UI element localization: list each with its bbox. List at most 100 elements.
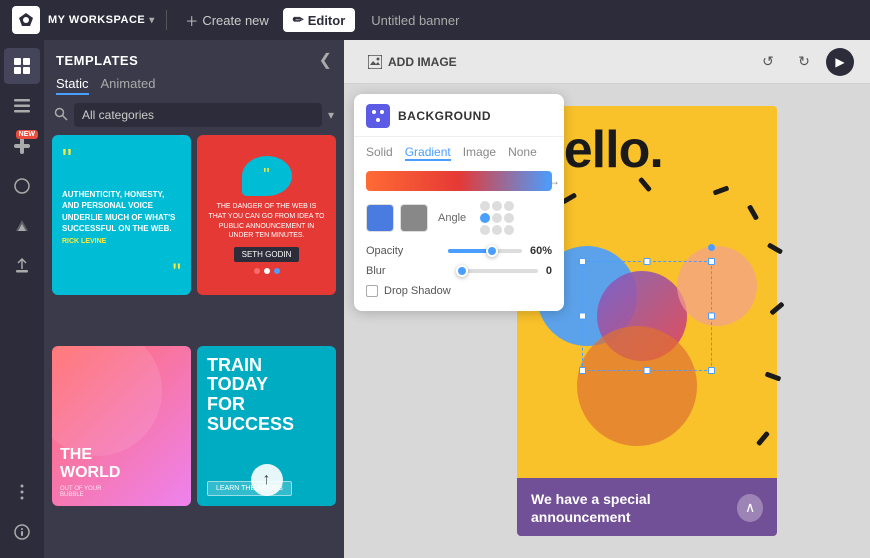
sidebar-item-brand[interactable] (4, 208, 40, 244)
drop-shadow-checkbox[interactable] (366, 285, 378, 297)
template-card-1[interactable]: " AUTHENTICITY, HONESTY, AND PERSONAL VO… (52, 135, 191, 295)
bg-tab-none[interactable]: None (508, 145, 537, 161)
quote-mark-top: " (62, 145, 72, 173)
tab-animated[interactable]: Animated (101, 76, 156, 95)
add-image-button[interactable]: ADD IMAGE (360, 51, 465, 73)
template-2-dots (254, 268, 280, 274)
bg-tab-image[interactable]: Image (463, 145, 496, 161)
selection-box[interactable] (582, 261, 712, 371)
rotate-handle[interactable] (708, 244, 715, 251)
play-button[interactable]: ▶ (826, 48, 854, 76)
quote-mark-bottom: " (172, 261, 181, 285)
undo-button[interactable]: ↺ (754, 48, 782, 76)
search-row: All categories ▾ (44, 103, 344, 135)
upload-circle-icon[interactable]: ↑ (251, 464, 283, 496)
sidebar-item-new[interactable]: NEW (4, 128, 40, 164)
dash-4 (747, 204, 759, 220)
templates-header: TEMPLATES ❮ (44, 40, 344, 76)
new-badge: NEW (16, 130, 38, 139)
sel-handle-tm[interactable] (644, 258, 651, 265)
banner-bottom-text: We have a special announcement (531, 490, 737, 526)
dot-3 (274, 268, 280, 274)
color-swatch-gray[interactable] (400, 204, 428, 232)
dot-2 (264, 268, 270, 274)
template-card-3[interactable]: THEWORLD OUT OF YOURBUBBLE (52, 346, 191, 506)
drop-shadow-label: Drop Shadow (384, 285, 451, 297)
sel-handle-bl[interactable] (579, 367, 586, 374)
banner-chevron-icon[interactable]: ∧ (737, 494, 763, 522)
pencil-icon: ✏ (293, 12, 304, 28)
category-select[interactable]: All categories (74, 103, 322, 127)
sel-handle-tr[interactable] (708, 258, 715, 265)
template-1-author: RICK LEVINE (62, 238, 181, 245)
tab-static[interactable]: Static (56, 76, 89, 95)
gradient-bar[interactable]: ↔ (366, 171, 552, 191)
bg-panel-header: BACKGROUND (354, 94, 564, 137)
bg-panel-icon (366, 104, 390, 128)
sel-handle-bm[interactable] (644, 367, 651, 374)
main-area: NEW TEMPLATES ❮ Static Animated (0, 40, 870, 558)
angle-dot-3[interactable] (504, 201, 514, 211)
sidebar-item-shapes[interactable] (4, 168, 40, 204)
color-swatch-blue[interactable] (366, 204, 394, 232)
angle-dot-2[interactable] (492, 201, 502, 211)
blur-label: Blur (366, 265, 448, 277)
sel-handle-ml[interactable] (579, 313, 586, 320)
right-area: ADD IMAGE ↺ ↻ ▶ BACKGROUND Solid Gradien… (344, 40, 870, 558)
canvas-area[interactable]: BACKGROUND Solid Gradient Image None ↔ A… (344, 84, 870, 558)
upload-button-wrap: ↑ (251, 464, 283, 496)
angle-dot-4[interactable] (480, 213, 490, 223)
sidebar-item-info[interactable] (4, 514, 40, 550)
editor-button[interactable]: ✏ Editor (283, 8, 355, 32)
document-title[interactable]: Untitled banner (371, 13, 459, 28)
angle-label: Angle (438, 212, 466, 224)
app-logo (12, 6, 40, 34)
background-panel: BACKGROUND Solid Gradient Image None ↔ A… (354, 94, 564, 311)
angle-dot-6[interactable] (504, 213, 514, 223)
sel-handle-br[interactable] (708, 367, 715, 374)
sidebar-item-templates[interactable] (4, 48, 40, 84)
bg-tab-solid[interactable]: Solid (366, 145, 393, 161)
sel-handle-mr[interactable] (708, 313, 715, 320)
dash-3 (713, 185, 730, 195)
opacity-slider[interactable] (448, 249, 522, 253)
plus-icon: ＋ (185, 11, 198, 30)
bubble-quote-icon: " (263, 165, 269, 186)
angle-dot-9[interactable] (504, 225, 514, 235)
bg-tab-gradient[interactable]: Gradient (405, 145, 451, 161)
sidebar-item-layers[interactable] (4, 88, 40, 124)
redo-button[interactable]: ↻ (790, 48, 818, 76)
dash-6 (769, 301, 784, 315)
opacity-value: 60% (530, 245, 552, 257)
template-1-text: AUTHENTICITY, HONESTY, AND PERSONAL VOIC… (62, 189, 181, 234)
angle-dot-7[interactable] (480, 225, 490, 235)
create-new-button[interactable]: ＋ Create new (179, 7, 275, 34)
workspace-chevron-icon: ▾ (149, 15, 154, 26)
dot-1 (254, 268, 260, 274)
templates-grid: " AUTHENTICITY, HONESTY, AND PERSONAL VO… (44, 135, 344, 558)
blur-row: Blur 0 (354, 261, 564, 281)
panel-collapse-button[interactable]: ❮ (319, 50, 332, 70)
templates-title: TEMPLATES (56, 53, 138, 68)
sidebar-item-upload[interactable] (4, 248, 40, 284)
speech-bubble: " (242, 156, 292, 196)
drop-shadow-row: Drop Shadow (354, 281, 564, 301)
sel-handle-tl[interactable] (579, 258, 586, 265)
dash-5 (767, 242, 783, 254)
sidebar-item-more[interactable] (4, 474, 40, 510)
templates-panel: TEMPLATES ❮ Static Animated All categori… (44, 40, 344, 558)
dash-8 (756, 431, 770, 446)
workspace-selector[interactable]: MY WORKSPACE ▾ (48, 14, 154, 26)
template-card-2[interactable]: " THE DANGER OF THE WEB IS THAT YOU CAN … (197, 135, 336, 295)
angle-grid (480, 201, 514, 235)
dash-7 (765, 371, 782, 381)
canvas-toolbar: ADD IMAGE ↺ ↻ ▶ (344, 40, 870, 84)
template-card-4[interactable]: TRAINTODAYFORSUCCESS LEARN THE SERIES ↑ (197, 346, 336, 506)
angle-dot-5[interactable] (492, 213, 502, 223)
angle-dot-8[interactable] (492, 225, 502, 235)
templates-tabs: Static Animated (44, 76, 344, 103)
banner-bottom-bar: We have a special announcement ∧ (517, 478, 777, 536)
angle-dot-1[interactable] (480, 201, 490, 211)
topbar: MY WORKSPACE ▾ ＋ Create new ✏ Editor Unt… (0, 0, 870, 40)
blur-slider[interactable] (456, 269, 538, 273)
